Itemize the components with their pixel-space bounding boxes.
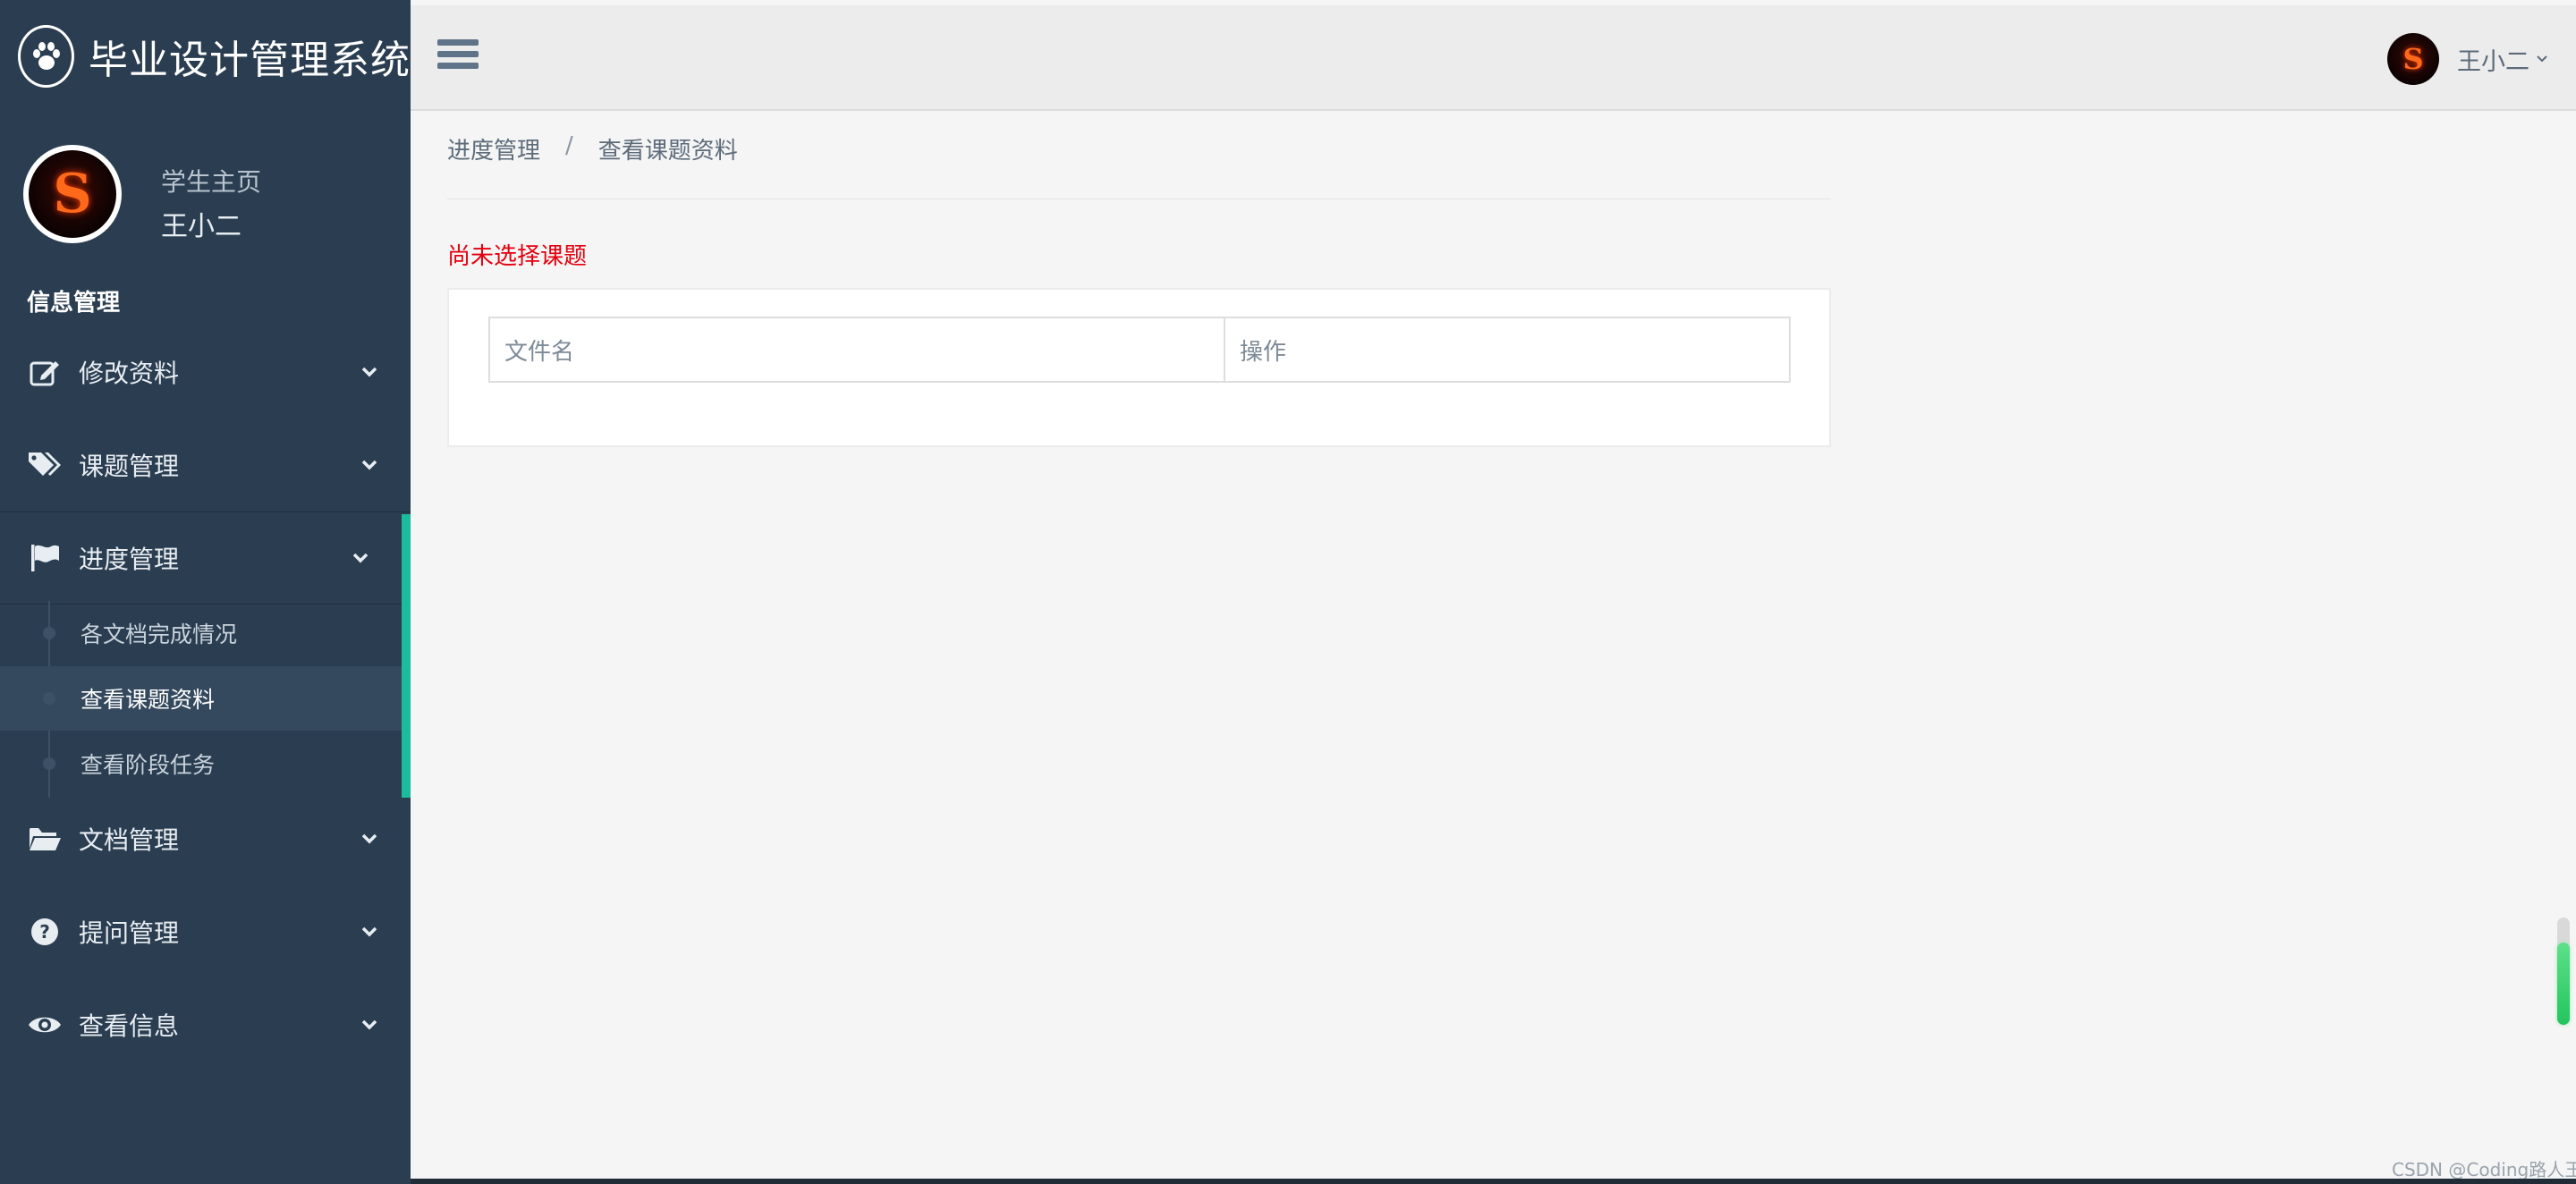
eye-icon bbox=[27, 1007, 63, 1043]
submenu-item-document-completion[interactable]: 各文档完成情况 bbox=[0, 601, 402, 665]
bullet-icon bbox=[43, 757, 55, 770]
column-header-actions: 操作 bbox=[1240, 338, 1287, 366]
chevron-down-icon bbox=[361, 367, 377, 377]
submenu-item-label: 各文档完成情况 bbox=[80, 622, 238, 647]
chevron-down-icon bbox=[361, 460, 377, 470]
menu-toggle-icon[interactable] bbox=[437, 39, 479, 75]
bullet-icon bbox=[43, 692, 55, 705]
chevron-down-icon bbox=[361, 833, 377, 844]
breadcrumb-parent[interactable]: 进度管理 bbox=[447, 132, 540, 165]
user-avatar[interactable]: S bbox=[2387, 33, 2439, 85]
sidebar-item-view-info[interactable]: 查看信息 bbox=[0, 978, 411, 1071]
no-topic-warning: 尚未选择课题 bbox=[447, 243, 588, 270]
app-title: 毕业设计管理系统 bbox=[89, 37, 411, 83]
submenu-item-view-stage-tasks[interactable]: 查看阶段任务 bbox=[0, 732, 402, 796]
column-header-filename: 文件名 bbox=[490, 318, 1225, 381]
submenu-item-label: 查看课题资料 bbox=[80, 687, 216, 713]
sidebar-item-document-management[interactable]: 文档管理 bbox=[0, 792, 411, 885]
avatar-letter: S bbox=[29, 150, 116, 238]
scrollbar-thumb[interactable] bbox=[2557, 943, 2570, 1025]
sidebar-item-edit-profile[interactable]: 修改资料 bbox=[0, 326, 411, 419]
sidebar-item-label: 查看信息 bbox=[79, 1011, 180, 1041]
brand[interactable]: 毕业设计管理系统 bbox=[0, 0, 411, 112]
active-indicator bbox=[402, 514, 411, 798]
folder-open-icon bbox=[27, 821, 63, 857]
svg-text:?: ? bbox=[39, 921, 50, 943]
flag-icon bbox=[27, 540, 63, 576]
progress-submenu: 各文档完成情况 查看课题资料 查看阶段任务 bbox=[0, 601, 402, 798]
profile-role: 学生主页 bbox=[161, 167, 262, 197]
sidebar-item-label: 课题管理 bbox=[79, 452, 180, 481]
sidebar: 毕业设计管理系统 S 学生主页 王小二 信息管理 修改资料 课题管理 进度管理 bbox=[0, 0, 411, 1184]
sidebar-item-topic-management[interactable]: 课题管理 bbox=[0, 419, 411, 512]
sidebar-item-label: 进度管理 bbox=[79, 545, 180, 574]
profile-name: 王小二 bbox=[161, 211, 242, 242]
bottom-edge bbox=[411, 1179, 2576, 1184]
breadcrumb-separator: / bbox=[565, 132, 573, 159]
section-title: 信息管理 bbox=[27, 290, 121, 317]
chevron-down-icon bbox=[352, 553, 369, 563]
topbar: S 王小二 bbox=[411, 5, 2576, 111]
question-circle-icon: ? bbox=[27, 914, 63, 950]
sidebar-item-label: 文档管理 bbox=[79, 825, 180, 855]
profile-card: S 学生主页 王小二 bbox=[0, 143, 411, 250]
bullet-icon bbox=[43, 627, 55, 639]
watermark: CSDN @Coding路人王 bbox=[2392, 1159, 2576, 1180]
chevron-down-icon bbox=[361, 1019, 377, 1030]
edit-icon bbox=[27, 354, 63, 390]
sidebar-item-label: 提问管理 bbox=[79, 918, 180, 948]
chevron-down-icon bbox=[361, 926, 377, 937]
avatar[interactable]: S bbox=[23, 145, 122, 243]
breadcrumb-current: 查看课题资料 bbox=[597, 138, 738, 165]
paw-icon bbox=[18, 24, 74, 88]
materials-table: 文件名 操作 bbox=[488, 317, 1791, 383]
sidebar-item-label: 修改资料 bbox=[79, 359, 180, 388]
tags-icon bbox=[27, 447, 63, 483]
submenu-item-view-topic-materials[interactable]: 查看课题资料 bbox=[0, 666, 402, 731]
sidebar-item-question-management[interactable]: ? 提问管理 bbox=[0, 885, 411, 978]
user-menu[interactable]: S 王小二 bbox=[2387, 32, 2549, 86]
materials-panel: 文件名 操作 bbox=[447, 288, 1831, 447]
chevron-down-icon[interactable] bbox=[2535, 52, 2549, 66]
sidebar-item-progress-management[interactable]: 进度管理 bbox=[0, 512, 411, 605]
submenu-item-label: 查看阶段任务 bbox=[80, 752, 216, 778]
user-name[interactable]: 王小二 bbox=[2457, 42, 2529, 77]
breadcrumb: 进度管理 / 查看课题资料 bbox=[447, 132, 738, 165]
